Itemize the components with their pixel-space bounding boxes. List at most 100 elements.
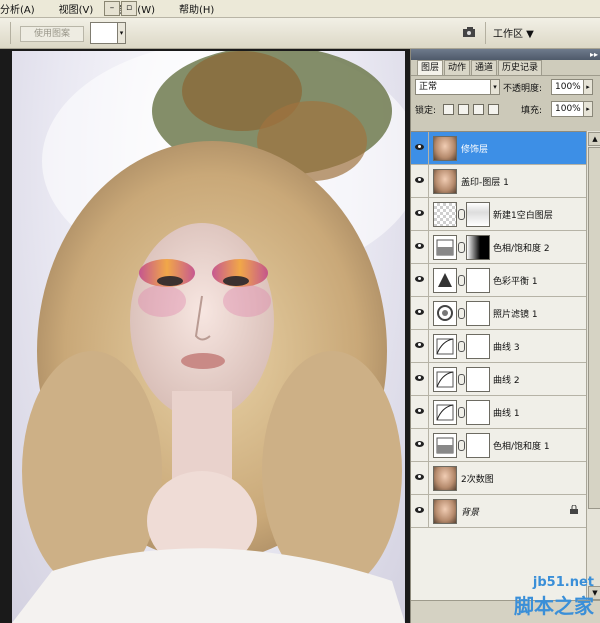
visibility-eye-icon[interactable] [415, 441, 424, 447]
layer-mask-thumbnail[interactable] [466, 400, 490, 425]
layer-name: 2次数图 [461, 475, 494, 485]
scroll-thumb[interactable] [588, 147, 600, 509]
scroll-up-arrow-icon[interactable]: ▲ [588, 132, 600, 146]
options-separator [10, 22, 11, 44]
visibility-eye-icon[interactable] [415, 243, 424, 249]
mask-link-icon[interactable] [458, 407, 465, 418]
lock-options [443, 104, 503, 115]
layer-row[interactable]: 曲线 2 [411, 363, 586, 396]
pattern-swatch[interactable] [90, 22, 118, 44]
layer-row[interactable]: 修饰层 [411, 132, 586, 165]
visibility-eye-icon[interactable] [415, 177, 424, 183]
menu-view[interactable]: 视图(V) [59, 1, 94, 16]
mask-link-icon[interactable] [458, 275, 465, 286]
workspace-menu[interactable]: 工作区 ▼ [493, 25, 534, 40]
layer-name: 曲线 2 [493, 376, 520, 386]
layer-mask-thumbnail[interactable] [466, 367, 490, 392]
lock-row: 锁定: 填充: 100% ▸ [411, 98, 600, 120]
bridge-icon[interactable] [463, 27, 477, 37]
opacity-input[interactable]: 100% [551, 79, 584, 95]
layer-mask-thumbnail[interactable] [466, 202, 490, 227]
panel-tabs: 图层 动作 通道 历史记录 [411, 60, 600, 76]
mask-link-icon[interactable] [458, 341, 465, 352]
eye-column [411, 363, 429, 395]
visibility-eye-icon[interactable] [415, 276, 424, 282]
tab-history[interactable]: 历史记录 [498, 60, 543, 75]
panel-title-bar[interactable]: ▸▸ [411, 49, 600, 60]
opacity-arrow[interactable]: ▸ [583, 79, 593, 95]
mask-link-icon[interactable] [458, 308, 465, 319]
options-bar: 使用图案 ▾ 工作区 ▼ [0, 18, 600, 49]
eye-column [411, 396, 429, 428]
watermark-url: jb51.net [532, 575, 594, 590]
eye-column [411, 462, 429, 494]
visibility-eye-icon[interactable] [415, 375, 424, 381]
photo-filter-adjustment-icon [433, 301, 457, 326]
tab-channels[interactable]: 通道 [471, 60, 498, 75]
mask-link-icon[interactable] [458, 440, 465, 451]
fill-input[interactable]: 100% [551, 101, 584, 117]
eye-column [411, 429, 429, 461]
layer-row[interactable]: 新建1空白图层 [411, 198, 586, 231]
layer-row[interactable]: 2次数图 [411, 462, 586, 495]
curves-adjustment-icon [433, 400, 457, 425]
fill-arrow[interactable]: ▸ [583, 101, 593, 117]
layer-thumbnail [433, 169, 457, 194]
panel-collapse-icon[interactable]: ▸▸ [590, 49, 598, 60]
layers-list: 修饰层 盖印-图层 1 新建1空白图层 色相/饱和度 2 色彩平衡 1 照片滤镜… [411, 131, 586, 602]
hue-saturation-adjustment-icon [433, 433, 457, 458]
watermark-site-name: 脚本之家 [514, 594, 594, 618]
lock-transparent-icon[interactable] [443, 104, 454, 115]
blend-mode-arrow[interactable]: ▾ [490, 79, 500, 95]
visibility-eye-icon[interactable] [415, 474, 424, 480]
document-canvas[interactable] [0, 49, 410, 623]
visibility-eye-icon[interactable] [415, 144, 424, 150]
visibility-eye-icon[interactable] [415, 408, 424, 414]
lock-icon [570, 505, 578, 514]
layer-row[interactable]: 色相/饱和度 1 [411, 429, 586, 462]
visibility-eye-icon[interactable] [415, 342, 424, 348]
pattern-dropdown-arrow[interactable]: ▾ [117, 22, 126, 44]
menu-analysis[interactable]: 分析(A) [0, 1, 35, 16]
layer-row[interactable]: 照片滤镜 1 [411, 297, 586, 330]
layer-row[interactable]: 背景 [411, 495, 586, 528]
visibility-eye-icon[interactable] [415, 210, 424, 216]
color-balance-adjustment-icon [433, 268, 457, 293]
eye-column [411, 198, 429, 230]
visibility-eye-icon[interactable] [415, 309, 424, 315]
layer-row[interactable]: 曲线 3 [411, 330, 586, 363]
layer-row[interactable]: 盖印-图层 1 [411, 165, 586, 198]
layer-row[interactable]: 色彩平衡 1 [411, 264, 586, 297]
mask-link-icon[interactable] [458, 209, 465, 220]
blend-mode-select[interactable]: 正常 [415, 79, 492, 95]
minimize-button[interactable]: – [104, 1, 120, 16]
use-pattern-button[interactable]: 使用图案 [20, 26, 84, 42]
eye-column [411, 165, 429, 197]
layer-name: 曲线 1 [493, 409, 520, 419]
layers-scrollbar[interactable]: ▲ ▼ [586, 131, 600, 601]
layer-mask-thumbnail[interactable] [466, 301, 490, 326]
lock-pixels-icon[interactable] [458, 104, 469, 115]
layer-mask-thumbnail[interactable] [466, 235, 490, 260]
mask-link-icon[interactable] [458, 374, 465, 385]
lock-all-icon[interactable] [488, 104, 499, 115]
options-separator [485, 22, 486, 44]
layer-row[interactable]: 曲线 1 [411, 396, 586, 429]
layer-mask-thumbnail[interactable] [466, 433, 490, 458]
layer-mask-thumbnail[interactable] [466, 268, 490, 293]
layer-row[interactable]: 色相/饱和度 2 [411, 231, 586, 264]
menu-help[interactable]: 帮助(H) [179, 1, 214, 16]
blend-row: 正常 ▾ 不透明度: 100% ▸ [411, 76, 600, 98]
curves-adjustment-icon [433, 367, 457, 392]
tab-layers[interactable]: 图层 [417, 60, 444, 75]
curves-adjustment-icon [433, 334, 457, 359]
restore-button[interactable]: ▫ [121, 1, 137, 16]
lock-position-icon[interactable] [473, 104, 484, 115]
hue-saturation-adjustment-icon [433, 235, 457, 260]
tab-actions[interactable]: 动作 [444, 60, 471, 75]
eye-column [411, 132, 429, 164]
visibility-eye-icon[interactable] [415, 507, 424, 513]
mask-link-icon[interactable] [458, 242, 465, 253]
layer-mask-thumbnail[interactable] [466, 334, 490, 359]
layer-name: 盖印-图层 1 [461, 178, 509, 188]
